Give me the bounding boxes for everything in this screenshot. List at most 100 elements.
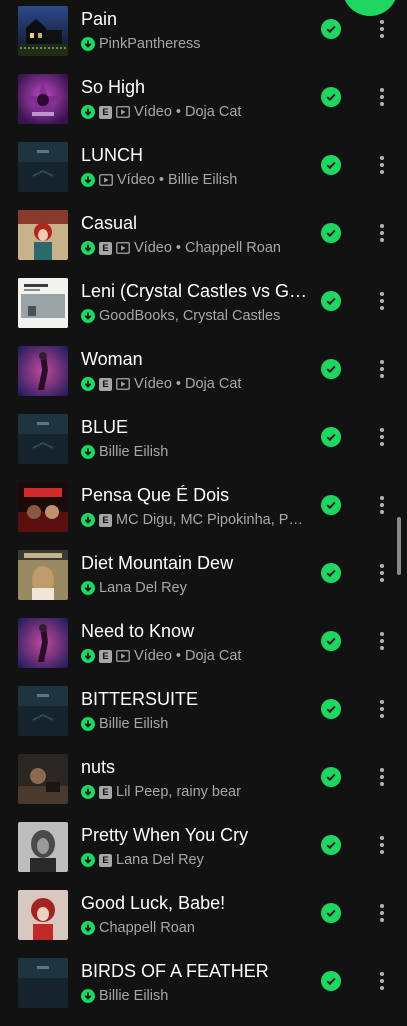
check-circle-icon[interactable] bbox=[321, 767, 341, 787]
more-options-icon[interactable] bbox=[372, 152, 392, 178]
more-options-icon[interactable] bbox=[372, 764, 392, 790]
track-title: Pretty When You Cry bbox=[81, 825, 249, 845]
check-circle-icon[interactable] bbox=[321, 699, 341, 719]
track-meta: Billie Eilish bbox=[81, 987, 316, 1005]
track-artist: Lana Del Rey bbox=[116, 852, 204, 868]
more-options-icon[interactable] bbox=[372, 424, 392, 450]
check-circle-icon[interactable] bbox=[321, 495, 341, 515]
download-icon bbox=[81, 377, 95, 391]
check-circle-icon[interactable] bbox=[321, 631, 341, 651]
check-circle-icon[interactable] bbox=[321, 155, 341, 175]
album-cover bbox=[18, 142, 68, 192]
track-title: Casual bbox=[81, 213, 138, 233]
track-row[interactable]: BITTERSUITE Billie Eilish bbox=[0, 686, 407, 754]
more-options-icon[interactable] bbox=[372, 968, 392, 994]
track-row[interactable]: nuts E Lil Peep, rainy bear bbox=[0, 754, 407, 822]
video-icon bbox=[116, 378, 130, 390]
download-icon bbox=[81, 173, 95, 187]
track-title: Leni (Crystal Castles vs G… bbox=[81, 281, 308, 301]
more-options-icon[interactable] bbox=[372, 84, 392, 110]
track-title: LUNCH bbox=[81, 145, 144, 165]
track-artist: Billie Eilish bbox=[99, 444, 169, 460]
track-row[interactable]: Good Luck, Babe! Chappell Roan bbox=[0, 890, 407, 958]
track-meta: E Lil Peep, rainy bear bbox=[81, 783, 316, 801]
more-options-icon[interactable] bbox=[372, 288, 392, 314]
track-row[interactable]: Leni (Crystal Castles vs G… GoodBooks, C… bbox=[0, 278, 407, 346]
explicit-icon: E bbox=[99, 105, 112, 119]
check-circle-icon[interactable] bbox=[321, 291, 341, 311]
track-meta: E Vídeo • Doja Cat bbox=[81, 103, 316, 121]
track-title: BLUE bbox=[81, 417, 129, 437]
track-title: Woman bbox=[81, 349, 143, 369]
track-row[interactable]: Woman E Vídeo • Doja Cat bbox=[0, 346, 407, 414]
album-cover bbox=[18, 6, 68, 56]
track-artist: Lana Del Rey bbox=[99, 580, 187, 596]
more-options-icon[interactable] bbox=[372, 832, 392, 858]
album-cover bbox=[18, 822, 68, 872]
check-circle-icon[interactable] bbox=[321, 903, 341, 923]
check-circle-icon[interactable] bbox=[321, 427, 341, 447]
track-row[interactable]: Need to Know E Vídeo • Doja Cat bbox=[0, 618, 407, 686]
explicit-icon: E bbox=[99, 785, 112, 799]
album-cover bbox=[18, 414, 68, 464]
explicit-icon: E bbox=[99, 513, 112, 527]
track-artist: Vídeo • Billie Eilish bbox=[117, 172, 238, 188]
track-title: BIRDS OF A FEATHER bbox=[81, 961, 269, 981]
video-icon bbox=[116, 242, 130, 254]
track-row[interactable]: Pretty When You Cry E Lana Del Rey bbox=[0, 822, 407, 890]
more-options-icon[interactable] bbox=[372, 356, 392, 382]
more-options-icon[interactable] bbox=[372, 900, 392, 926]
download-icon bbox=[81, 853, 95, 867]
scrollbar-thumb[interactable] bbox=[397, 517, 401, 575]
track-row[interactable]: BLUE Billie Eilish bbox=[0, 414, 407, 482]
track-row[interactable]: So High E Vídeo • Doja Cat bbox=[0, 74, 407, 142]
check-circle-icon[interactable] bbox=[321, 563, 341, 583]
track-row[interactable]: Pain PinkPantheress bbox=[0, 6, 407, 74]
more-options-icon[interactable] bbox=[372, 560, 392, 586]
track-row[interactable]: LUNCH Vídeo • Billie Eilish bbox=[0, 142, 407, 210]
explicit-icon: E bbox=[99, 649, 112, 663]
download-icon bbox=[81, 581, 95, 595]
track-row[interactable]: Casual E Vídeo • Chappell Roan bbox=[0, 210, 407, 278]
track-meta: GoodBooks, Crystal Castles bbox=[81, 307, 316, 325]
explicit-icon: E bbox=[99, 241, 112, 255]
download-icon bbox=[81, 445, 95, 459]
check-circle-icon[interactable] bbox=[321, 359, 341, 379]
album-cover bbox=[18, 550, 68, 600]
track-title: Pain bbox=[81, 9, 118, 29]
check-circle-icon[interactable] bbox=[321, 19, 341, 39]
more-options-icon[interactable] bbox=[372, 16, 392, 42]
video-icon bbox=[116, 106, 130, 118]
track-artist: PinkPantheress bbox=[99, 36, 201, 52]
track-artist: Vídeo • Doja Cat bbox=[134, 376, 242, 392]
track-title: Good Luck, Babe! bbox=[81, 893, 226, 913]
track-meta: E Vídeo • Doja Cat bbox=[81, 375, 316, 393]
download-icon bbox=[81, 989, 95, 1003]
album-cover bbox=[18, 278, 68, 328]
track-meta: E Lana Del Rey bbox=[81, 851, 316, 869]
track-artist: Vídeo • Doja Cat bbox=[134, 648, 242, 664]
track-title: Pensa Que É Dois bbox=[81, 485, 230, 505]
download-icon bbox=[81, 921, 95, 935]
check-circle-icon[interactable] bbox=[321, 835, 341, 855]
more-options-icon[interactable] bbox=[372, 492, 392, 518]
track-row[interactable]: Diet Mountain Dew Lana Del Rey bbox=[0, 550, 407, 618]
download-icon bbox=[81, 513, 95, 527]
track-artist: MC Digu, MC Pipokinha, P… bbox=[116, 512, 303, 528]
more-options-icon[interactable] bbox=[372, 696, 392, 722]
track-row[interactable]: Pensa Que É Dois E MC Digu, MC Pipokinha… bbox=[0, 482, 407, 550]
check-circle-icon[interactable] bbox=[321, 87, 341, 107]
album-cover bbox=[18, 686, 68, 736]
download-icon bbox=[81, 309, 95, 323]
track-meta: E MC Digu, MC Pipokinha, P… bbox=[81, 511, 316, 529]
album-cover bbox=[18, 618, 68, 668]
track-row[interactable]: BIRDS OF A FEATHER Billie Eilish bbox=[0, 958, 407, 1026]
more-options-icon[interactable] bbox=[372, 628, 392, 654]
check-circle-icon[interactable] bbox=[321, 971, 341, 991]
track-meta: E Vídeo • Chappell Roan bbox=[81, 239, 316, 257]
album-cover bbox=[18, 482, 68, 532]
album-cover bbox=[18, 958, 68, 1008]
track-title: BITTERSUITE bbox=[81, 689, 199, 709]
check-circle-icon[interactable] bbox=[321, 223, 341, 243]
more-options-icon[interactable] bbox=[372, 220, 392, 246]
